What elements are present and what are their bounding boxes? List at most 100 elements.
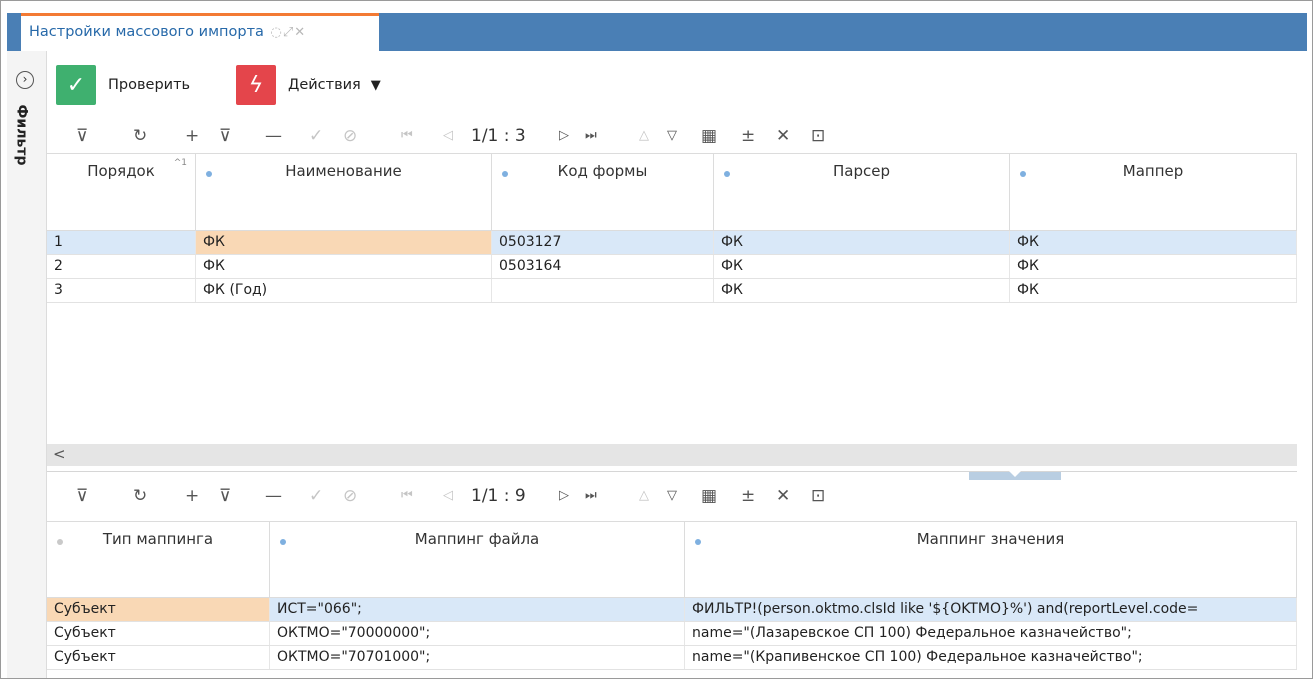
expand-all-icon[interactable]: ± <box>741 121 755 151</box>
last-page-icon[interactable]: ⏭ <box>585 481 597 511</box>
chevron-down-icon: ▼ <box>370 77 381 93</box>
cell-parser: ФК <box>714 255 1010 278</box>
cancel-icon[interactable]: ⊘ <box>343 121 357 151</box>
refresh-icon[interactable]: ↻ <box>133 121 147 151</box>
cell-name: ФК <box>196 255 492 278</box>
cell-parser: ФК <box>714 279 1010 302</box>
column-header-mapper[interactable]: Маппер <box>1010 154 1297 230</box>
filter-icon[interactable]: ⊽ <box>76 481 88 511</box>
actions-icon: ϟ <box>236 65 276 105</box>
cell-mapping-type[interactable]: Субъект <box>47 598 270 621</box>
cell-mapper: ФК <box>1010 279 1297 302</box>
cell-mapper: ФК <box>1010 231 1297 254</box>
columns-icon[interactable]: ⊡ <box>811 121 825 151</box>
cell-mapper: ФК <box>1010 255 1297 278</box>
table-row[interactable]: Субъект ОКТМО="70701000"; name="(Крапиве… <box>47 646 1297 670</box>
cell-file-mapping: ИСТ="066"; <box>270 598 685 621</box>
cell-mapping-type: Субъект <box>47 646 270 669</box>
cell-form-code: 0503127 <box>492 231 714 254</box>
filter-label: Фильтр <box>13 104 30 166</box>
column-header-value-mapping[interactable]: Маппинг значения <box>685 522 1297 597</box>
remove-icon[interactable]: — <box>265 481 282 511</box>
remove-icon[interactable]: — <box>265 121 282 151</box>
refresh-icon[interactable]: ↻ <box>133 481 147 511</box>
close-icon[interactable]: ✕ <box>776 481 790 511</box>
clear-filter-icon[interactable]: ⊽ <box>219 481 231 511</box>
cell-parser: ФК <box>714 231 1010 254</box>
add-icon[interactable]: + <box>185 121 199 151</box>
top-grid-header: Порядок ^1 Наименование Код формы Парсер… <box>47 154 1297 231</box>
move-down-icon[interactable]: ▽ <box>667 121 677 151</box>
column-header-form-code[interactable]: Код формы <box>492 154 714 230</box>
first-page-icon[interactable]: ⏮ <box>401 481 413 511</box>
tab-control-icons[interactable]: ◌⤢✕ <box>271 25 307 40</box>
top-grid: Порядок ^1 Наименование Код формы Парсер… <box>47 153 1297 441</box>
confirm-icon[interactable]: ✓ <box>309 481 323 511</box>
cell-value-mapping: name="(Крапивенское СП 100) Федеральное … <box>685 646 1297 669</box>
pager-text: 1/1 : 3 <box>471 126 526 146</box>
check-icon: ✓ <box>56 65 96 105</box>
move-up-icon[interactable]: △ <box>639 121 649 151</box>
check-button[interactable]: ✓ Проверить <box>56 65 190 105</box>
tab-title: Настройки массового импорта <box>29 24 264 40</box>
panel-splitter[interactable] <box>47 471 1297 481</box>
actions-label: Действия <box>288 77 361 93</box>
horizontal-scrollbar[interactable]: < <box>47 444 1297 466</box>
tab-bar: Настройки массового импорта ◌⤢✕ <box>7 13 1307 51</box>
table-row[interactable]: Субъект ОКТМО="70000000"; name="(Лазарев… <box>47 622 1297 646</box>
clear-filter-icon[interactable]: ⊽ <box>219 121 231 151</box>
cell-file-mapping: ОКТМО="70701000"; <box>270 646 685 669</box>
prev-page-icon[interactable]: ◁ <box>443 481 453 511</box>
close-icon[interactable]: ✕ <box>776 121 790 151</box>
group-icon[interactable]: ▦ <box>701 121 717 151</box>
cancel-icon[interactable]: ⊘ <box>343 481 357 511</box>
table-row[interactable]: 2 ФК 0503164 ФК ФК <box>47 255 1297 279</box>
filter-sidebar: › Фильтр <box>7 51 47 678</box>
column-header-order[interactable]: Порядок ^1 <box>47 154 196 230</box>
cell-mapping-type: Субъект <box>47 622 270 645</box>
bottom-grid-toolbar: ⊽ ↻ + ⊽ — ✓ ⊘ ⏮ ◁ 1/1 : 9 ▷ ⏭ △ ▽ ▦ ± ✕ … <box>61 481 1291 511</box>
column-header-file-mapping[interactable]: Маппинг файла <box>270 522 685 597</box>
cell-value-mapping: ФИЛЬТР!(person.oktmo.clsId like '${OKTMO… <box>685 598 1297 621</box>
cell-form-code <box>492 279 714 302</box>
group-icon[interactable]: ▦ <box>701 481 717 511</box>
filter-panel-toggle[interactable]: Фильтр <box>9 99 43 179</box>
cell-value-mapping: name="(Лазаревское СП 100) Федеральное к… <box>685 622 1297 645</box>
column-header-name[interactable]: Наименование <box>196 154 492 230</box>
cell-name: ФК (Год) <box>196 279 492 302</box>
next-page-icon[interactable]: ▷ <box>559 481 569 511</box>
columns-icon[interactable]: ⊡ <box>811 481 825 511</box>
scroll-left-icon[interactable]: < <box>53 445 66 463</box>
actions-button[interactable]: ϟ Действия ▼ <box>236 65 381 105</box>
cell-form-code: 0503164 <box>492 255 714 278</box>
last-page-icon[interactable]: ⏭ <box>585 121 597 151</box>
expand-all-icon[interactable]: ± <box>741 481 755 511</box>
splitter-grip[interactable] <box>969 471 1061 480</box>
top-grid-toolbar: ⊽ ↻ + ⊽ — ✓ ⊘ ⏮ ◁ 1/1 : 3 ▷ ⏭ △ ▽ ▦ ± ✕ … <box>61 121 1291 151</box>
bottom-grid: Тип маппинга Маппинг файла Маппинг значе… <box>47 521 1297 678</box>
filter-icon[interactable]: ⊽ <box>76 121 88 151</box>
sort-asc-icon: ^1 <box>173 158 187 168</box>
column-header-mapping-type[interactable]: Тип маппинга <box>47 522 270 597</box>
bottom-grid-header: Тип маппинга Маппинг файла Маппинг значе… <box>47 522 1297 598</box>
tab-mass-import-settings[interactable]: Настройки массового импорта ◌⤢✕ <box>21 13 379 51</box>
move-up-icon[interactable]: △ <box>639 481 649 511</box>
cell-file-mapping: ОКТМО="70000000"; <box>270 622 685 645</box>
confirm-icon[interactable]: ✓ <box>309 121 323 151</box>
expand-filter-icon[interactable]: › <box>16 71 34 89</box>
cell-name[interactable]: ФК <box>196 231 492 254</box>
prev-page-icon[interactable]: ◁ <box>443 121 453 151</box>
table-row[interactable]: 3 ФК (Год) ФК ФК <box>47 279 1297 303</box>
cell-order: 2 <box>47 255 196 278</box>
add-icon[interactable]: + <box>185 481 199 511</box>
check-label: Проверить <box>108 77 191 93</box>
pager-text: 1/1 : 9 <box>471 486 526 506</box>
table-row[interactable]: 1 ФК 0503127 ФК ФК <box>47 231 1297 255</box>
table-row[interactable]: Субъект ИСТ="066"; ФИЛЬТР!(person.oktmo.… <box>47 598 1297 622</box>
column-header-parser[interactable]: Парсер <box>714 154 1010 230</box>
first-page-icon[interactable]: ⏮ <box>401 121 413 151</box>
cell-order: 1 <box>47 231 196 254</box>
app-window: Настройки массового импорта ◌⤢✕ › Фильтр… <box>0 0 1313 679</box>
next-page-icon[interactable]: ▷ <box>559 121 569 151</box>
move-down-icon[interactable]: ▽ <box>667 481 677 511</box>
